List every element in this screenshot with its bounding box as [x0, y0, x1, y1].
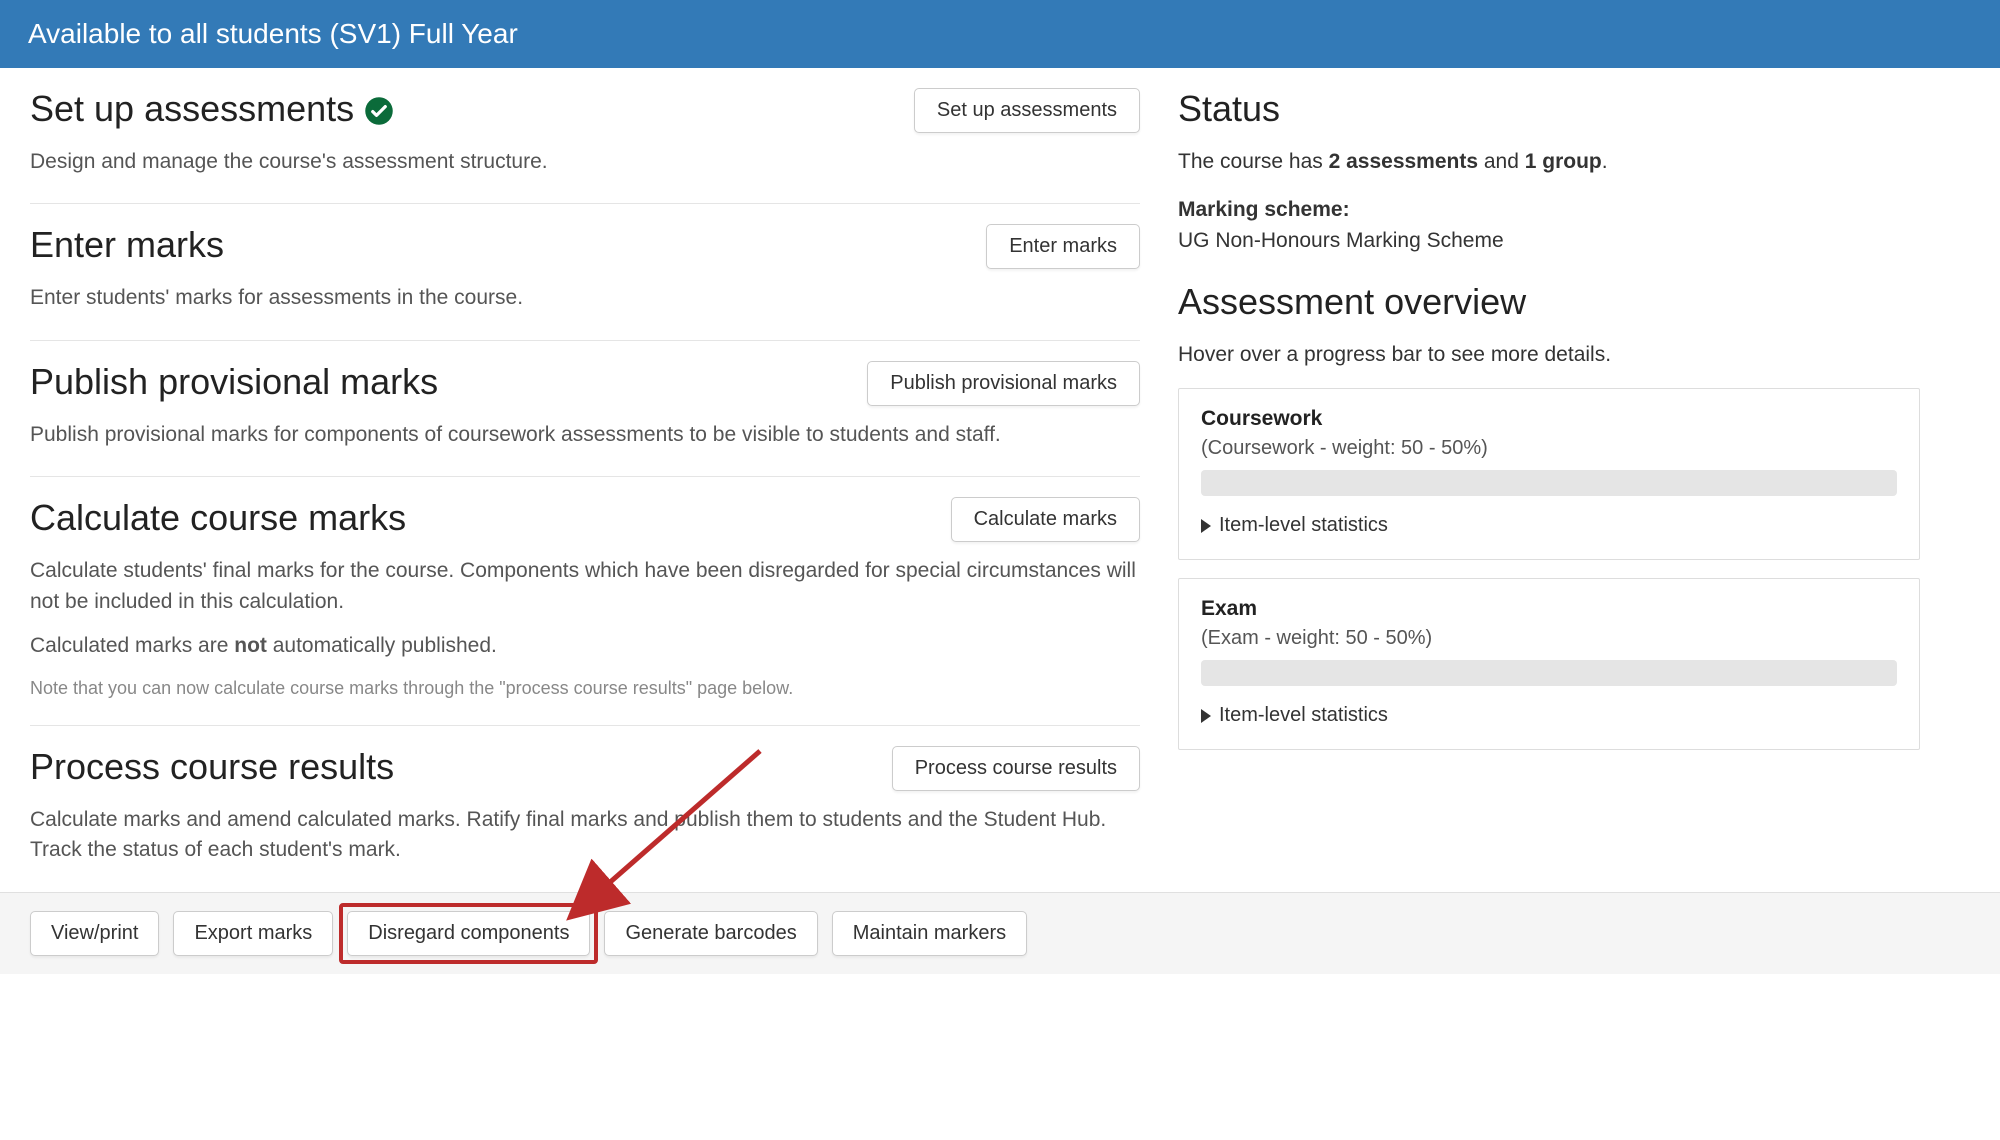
view-print-button[interactable]: View/print [30, 911, 159, 956]
overview-item-coursework: Coursework (Coursework - weight: 50 - 50… [1178, 388, 1920, 560]
publish-provisional-button[interactable]: Publish provisional marks [867, 361, 1140, 406]
calculate-marks-button[interactable]: Calculate marks [951, 497, 1140, 542]
publish-heading: Publish provisional marks [30, 361, 438, 403]
overview-hint: Hover over a progress bar to see more de… [1178, 339, 1920, 371]
publish-description: Publish provisional marks for components… [30, 420, 1140, 450]
overview-heading: Assessment overview [1178, 281, 1920, 323]
calculate-description-1: Calculate students' final marks for the … [30, 556, 1140, 617]
main-column: Set up assessments Set up assessments De… [0, 68, 1170, 892]
overview-item-exam: Exam (Exam - weight: 50 - 50%) Item-leve… [1178, 578, 1920, 750]
process-description: Calculate marks and amend calculated mar… [30, 805, 1140, 866]
item-level-statistics-toggle[interactable]: Item-level statistics [1201, 514, 1897, 537]
set-up-assessments-button[interactable]: Set up assessments [914, 88, 1140, 133]
calculate-heading: Calculate course marks [30, 497, 406, 539]
section-calculate-marks: Calculate course marks Calculate marks C… [30, 477, 1140, 725]
marking-scheme-value: UG Non-Honours Marking Scheme [1178, 225, 1920, 257]
section-setup-assessments: Set up assessments Set up assessments De… [30, 88, 1140, 204]
progress-bar[interactable] [1201, 470, 1897, 496]
overview-subtitle: (Exam - weight: 50 - 50%) [1201, 627, 1897, 650]
generate-barcodes-button[interactable]: Generate barcodes [604, 911, 817, 956]
export-marks-button[interactable]: Export marks [173, 911, 333, 956]
overview-title: Coursework [1201, 407, 1897, 431]
status-a: The course has [1178, 150, 1329, 173]
status-line: The course has 2 assessments and 1 group… [1178, 146, 1920, 178]
progress-bar[interactable] [1201, 660, 1897, 686]
section-process-results: Process course results Process course re… [30, 726, 1140, 892]
status-c: and [1478, 150, 1525, 173]
calc-d2b: not [234, 634, 267, 657]
page-banner: Available to all students (SV1) Full Yea… [0, 0, 2000, 68]
calc-d2a: Calculated marks are [30, 634, 234, 657]
status-d: 1 group [1525, 150, 1602, 173]
enter-heading: Enter marks [30, 224, 224, 266]
setup-description: Design and manage the course's assessmen… [30, 147, 1140, 177]
calculate-description-2: Calculated marks are not automatically p… [30, 631, 1140, 661]
overview-subtitle: (Coursework - weight: 50 - 50%) [1201, 437, 1897, 460]
status-b: 2 assessments [1329, 150, 1478, 173]
status-e: . [1602, 150, 1608, 173]
overview-title: Exam [1201, 597, 1897, 621]
status-heading: Status [1178, 88, 1920, 130]
process-course-results-button[interactable]: Process course results [892, 746, 1140, 791]
stats-label: Item-level statistics [1219, 704, 1388, 727]
disregard-components-button[interactable]: Disregard components [347, 911, 590, 956]
setup-heading: Set up assessments [30, 88, 394, 130]
stats-label: Item-level statistics [1219, 514, 1388, 537]
item-level-statistics-toggle[interactable]: Item-level statistics [1201, 704, 1897, 727]
bottom-action-bar: View/print Export marks Disregard compon… [0, 892, 2000, 974]
section-enter-marks: Enter marks Enter marks Enter students' … [30, 204, 1140, 340]
section-publish-provisional: Publish provisional marks Publish provis… [30, 341, 1140, 477]
setup-heading-text: Set up assessments [30, 88, 354, 130]
marking-scheme-label: Marking scheme: [1178, 194, 1920, 226]
enter-description: Enter students' marks for assessments in… [30, 283, 1140, 313]
sidebar-column: Status The course has 2 assessments and … [1170, 68, 1950, 892]
check-circle-icon [364, 88, 394, 130]
maintain-markers-button[interactable]: Maintain markers [832, 911, 1027, 956]
banner-title: Available to all students (SV1) Full Yea… [28, 18, 518, 49]
calculate-note: Note that you can now calculate course m… [30, 678, 1140, 699]
calc-d2c: automatically published. [267, 634, 497, 657]
process-heading: Process course results [30, 746, 394, 788]
enter-marks-button[interactable]: Enter marks [986, 224, 1140, 269]
